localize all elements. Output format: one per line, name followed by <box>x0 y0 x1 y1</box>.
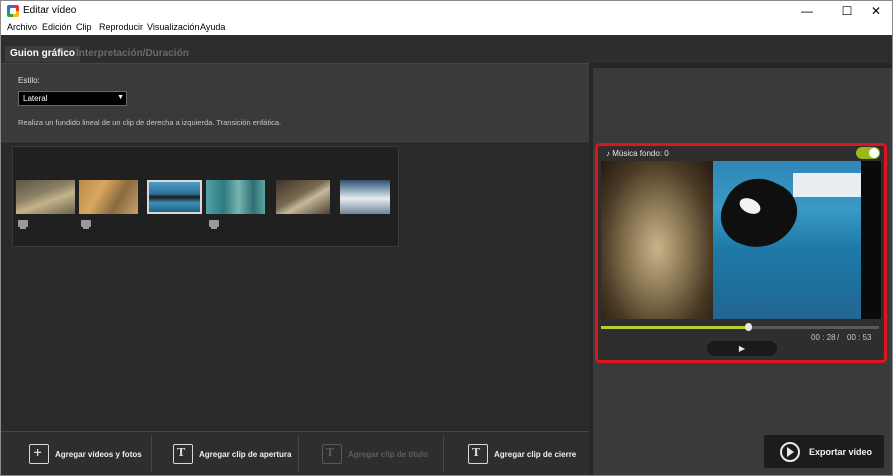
play-icon: ▶ <box>738 344 746 353</box>
transition-settings: Estilo: Lateral ▼ Realiza un fundido lin… <box>1 63 589 141</box>
tab-storyboard[interactable]: Guion gráfico <box>5 46 80 62</box>
window-title: Editar vídeo <box>23 5 77 16</box>
add-closing-clip-button[interactable]: T Agregar clip de cierre <box>468 432 577 475</box>
seek-progress <box>601 326 748 329</box>
music-note-icon: ♪ <box>606 149 610 158</box>
divider <box>298 436 299 472</box>
video-camera-icon <box>18 220 28 229</box>
clip-thumbnail[interactable] <box>79 180 138 214</box>
bottom-toolbar: + Agregar vídeos y fotos T Agregar clip … <box>1 431 589 475</box>
menu-visualizacion[interactable]: Visualización <box>147 22 199 32</box>
play-button[interactable]: ▶ <box>707 341 777 356</box>
menu-reproducir[interactable]: Reproducir <box>99 22 143 32</box>
export-icon <box>780 441 800 462</box>
storyboard-area <box>1 141 589 431</box>
video-preview[interactable] <box>601 161 881 319</box>
chevron-down-icon: ▼ <box>117 94 124 101</box>
add-media-icon: + <box>29 444 49 464</box>
export-video-button[interactable]: Exportar vídeo <box>764 435 884 468</box>
menu-archivo[interactable]: Archivo <box>7 22 37 32</box>
add-opening-clip-label: Agregar clip de apertura <box>199 449 292 459</box>
app-icon <box>7 5 19 17</box>
pool-wall <box>793 173 861 197</box>
title-clip-icon: T <box>322 444 342 464</box>
menu-clip[interactable]: Clip <box>76 22 92 32</box>
close-button[interactable]: ✕ <box>859 1 892 21</box>
add-videos-photos-label: Agregar vídeos y fotos <box>55 449 142 459</box>
preview-panel: ♪ Música fondo: 0 00 : 28 / 00 : 53 ▶ <box>595 143 887 363</box>
divider <box>151 436 152 472</box>
background-music-text: Música fondo: 0 <box>612 149 669 158</box>
clip-strip <box>12 146 399 247</box>
opening-clip-icon: T <box>173 444 193 464</box>
edit-video-window: Editar vídeo — ☐ ✕ Archivo Edición Clip … <box>0 0 893 476</box>
video-camera-icon <box>209 220 219 229</box>
menu-edicion[interactable]: Edición <box>42 22 72 32</box>
outgoing-clip-frame <box>601 161 713 319</box>
style-description: Realiza un fundido lineal de un clip de … <box>18 118 282 127</box>
clip-thumbnail[interactable] <box>340 180 390 214</box>
clip-thumbnail[interactable] <box>16 180 75 214</box>
incoming-clip-frame <box>711 161 861 319</box>
background-music-label: ♪ Música fondo: 0 <box>606 149 669 158</box>
seek-handle[interactable] <box>744 323 752 331</box>
add-closing-clip-label: Agregar clip de cierre <box>494 449 577 459</box>
tab-playback-duration[interactable]: Interpretación/Duración <box>71 46 194 62</box>
menu-ayuda[interactable]: Ayuda <box>200 22 225 32</box>
time-separator: / <box>837 333 840 342</box>
closing-clip-icon: T <box>468 444 488 464</box>
seek-bar[interactable] <box>601 323 879 331</box>
add-title-clip-label: Agregar clip de título <box>348 449 429 459</box>
add-title-clip-button[interactable]: T Agregar clip de título <box>322 432 429 475</box>
clip-thumbnail-selected[interactable] <box>147 180 202 214</box>
style-label: Estilo: <box>18 76 40 85</box>
add-videos-photos-button[interactable]: + Agregar vídeos y fotos <box>29 432 142 475</box>
total-time: 00 : 53 <box>847 333 872 342</box>
speaker-toggle[interactable] <box>856 147 880 159</box>
add-opening-clip-button[interactable]: T Agregar clip de apertura <box>173 432 292 475</box>
style-select[interactable]: Lateral ▼ <box>18 91 127 106</box>
minimize-button[interactable]: — <box>790 1 824 21</box>
divider <box>443 436 444 472</box>
current-time: 00 : 28 <box>811 333 836 342</box>
style-select-value: Lateral <box>23 94 48 103</box>
export-video-label: Exportar vídeo <box>809 446 873 457</box>
letterbox-bar <box>861 161 881 319</box>
menu-bar: Archivo Edición Clip Reproducir Visualiz… <box>1 21 892 35</box>
clip-thumbnail[interactable] <box>206 180 265 214</box>
tab-strip: Guion gráfico Interpretación/Duración <box>1 35 892 63</box>
title-bar: Editar vídeo — ☐ ✕ <box>1 1 892 21</box>
video-camera-icon <box>81 220 91 229</box>
clip-thumbnail[interactable] <box>276 180 330 214</box>
